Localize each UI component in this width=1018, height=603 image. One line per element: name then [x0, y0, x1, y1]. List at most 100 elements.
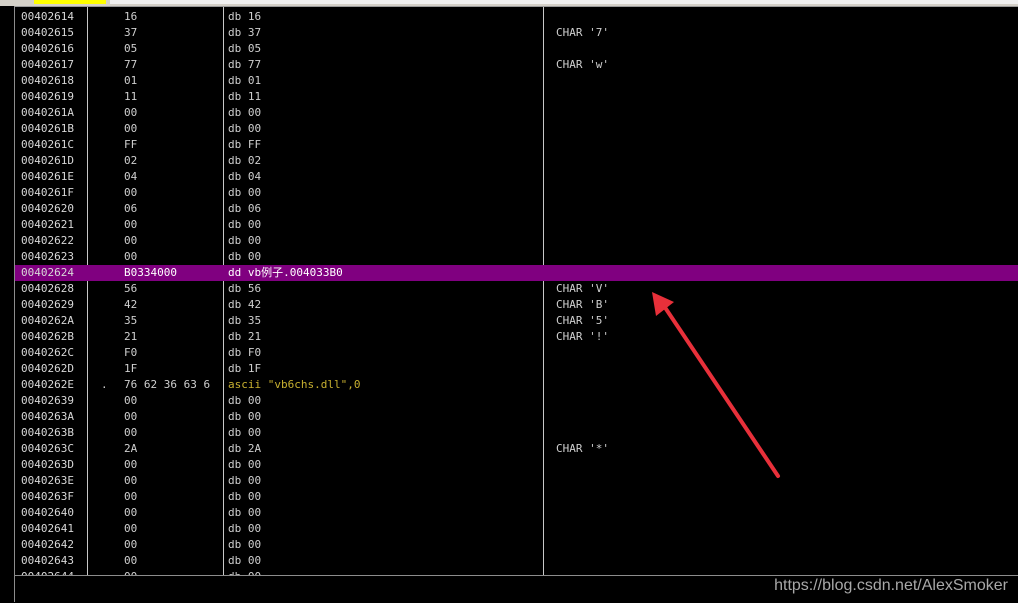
- hex-cell: 00: [124, 234, 138, 247]
- address-cell: 0040262C: [21, 346, 74, 359]
- comment-cell: CHAR 'w': [556, 58, 609, 71]
- disasm-row[interactable]: 00402620 06 db 06: [15, 201, 1018, 217]
- disasm-row[interactable]: 0040263E 00 db 00: [15, 473, 1018, 489]
- instruction-cell: db 00: [228, 554, 262, 567]
- address-cell: 00402641: [21, 522, 74, 535]
- instruction-cell: db 42: [228, 298, 262, 311]
- address-cell: 0040261E: [21, 170, 74, 183]
- hex-cell: F0: [124, 346, 138, 359]
- disasm-row[interactable]: 00402640 00 db 00: [15, 505, 1018, 521]
- disasm-row[interactable]: 0040262B 21 db 21 CHAR '!': [15, 329, 1018, 345]
- disasm-row[interactable]: 00402616 05 db 05: [15, 41, 1018, 57]
- disasm-row[interactable]: 00402623 00 db 00: [15, 249, 1018, 265]
- hex-cell: 37: [124, 26, 138, 39]
- disasm-row[interactable]: 00402614 16 db 16: [15, 9, 1018, 25]
- disasm-row[interactable]: 0040262A 35 db 35 CHAR '5': [15, 313, 1018, 329]
- disasm-row[interactable]: 00402619 11 db 11: [15, 89, 1018, 105]
- instruction-cell: db 00: [228, 522, 262, 535]
- hex-cell: 00: [124, 426, 138, 439]
- hex-cell: 1F: [124, 362, 138, 375]
- hex-cell: 42: [124, 298, 138, 311]
- address-cell: 0040262A: [21, 314, 74, 327]
- instruction-cell: dd vb例子.004033B0: [228, 266, 343, 279]
- address-cell: 0040262D: [21, 362, 74, 375]
- comment-cell: CHAR '!': [556, 330, 609, 343]
- instruction-cell: db 56: [228, 282, 262, 295]
- disasm-row[interactable]: 00402621 00 db 00: [15, 217, 1018, 233]
- hex-cell: 21: [124, 330, 138, 343]
- marker-cell: .: [101, 378, 108, 391]
- disasm-row[interactable]: 0040263C 2A db 2A CHAR '*': [15, 441, 1018, 457]
- address-cell: 00402642: [21, 538, 74, 551]
- hex-cell: 00: [124, 410, 138, 423]
- disasm-row[interactable]: 0040262D 1F db 1F: [15, 361, 1018, 377]
- hex-cell: FF: [124, 138, 138, 151]
- address-cell: 0040263A: [21, 410, 74, 423]
- hex-cell: 77: [124, 58, 138, 71]
- hex-cell: 00: [124, 506, 138, 519]
- instruction-cell: db 00: [228, 410, 262, 423]
- disasm-row[interactable]: 00402617 77 db 77 CHAR 'w': [15, 57, 1018, 73]
- disasm-row[interactable]: 00402618 01 db 01: [15, 73, 1018, 89]
- disasm-row[interactable]: 0040263A 00 db 00: [15, 409, 1018, 425]
- toolbar-bar: [110, 0, 1018, 4]
- comment-cell: CHAR '*': [556, 442, 609, 455]
- disasm-row[interactable]: 0040262E. 76 62 36 63 6 ascii "vb6chs.dll"…: [15, 377, 1018, 393]
- disasm-row[interactable]: 00402629 42 db 42 CHAR 'B': [15, 297, 1018, 313]
- disasm-row[interactable]: 0040261D 02 db 02: [15, 153, 1018, 169]
- disasm-row[interactable]: 0040261A 00 db 00: [15, 105, 1018, 121]
- disasm-row[interactable]: 0040263D 00 db 00: [15, 457, 1018, 473]
- instruction-cell: db F0: [228, 346, 262, 359]
- disasm-row[interactable]: 0040261B 00 db 00: [15, 121, 1018, 137]
- hex-cell: 2A: [124, 442, 138, 455]
- instruction-cell: db 00: [228, 426, 262, 439]
- disasm-row[interactable]: 00402639 00 db 00: [15, 393, 1018, 409]
- instruction-cell: db 05: [228, 42, 262, 55]
- hex-cell: 00: [124, 474, 138, 487]
- instruction-cell: db 00: [228, 186, 262, 199]
- address-cell: 00402629: [21, 298, 74, 311]
- disasm-row[interactable]: 0040262C F0 db F0: [15, 345, 1018, 361]
- address-cell: 00402614: [21, 10, 74, 23]
- hex-cell: 00: [124, 538, 138, 551]
- instruction-cell: db 35: [228, 314, 262, 327]
- disasm-row[interactable]: 00402642 00 db 00: [15, 537, 1018, 553]
- address-cell: 0040261C: [21, 138, 74, 151]
- address-cell: 0040261A: [21, 106, 74, 119]
- hex-cell: 06: [124, 202, 138, 215]
- disasm-row[interactable]: 00402622 00 db 00: [15, 233, 1018, 249]
- watermark-text: https://blog.csdn.net/AlexSmoker: [774, 577, 1008, 594]
- disasm-row[interactable]: 0040263B 00 db 00: [15, 425, 1018, 441]
- address-cell: 00402618: [21, 74, 74, 87]
- address-cell: 00402643: [21, 554, 74, 567]
- instruction-cell: db 16: [228, 10, 262, 23]
- hex-cell: 04: [124, 170, 138, 183]
- address-cell: 00402619: [21, 90, 74, 103]
- hex-cell: 56: [124, 282, 138, 295]
- disasm-row[interactable]: 00402628 56 db 56 CHAR 'V': [15, 281, 1018, 297]
- disassembly-pane[interactable]: 00402614 16 db 16 00402615 37 db 37 CHAR '7' 00…: [15, 6, 1018, 576]
- disasm-row[interactable]: 0040261E 04 db 04: [15, 169, 1018, 185]
- instruction-cell: db FF: [228, 138, 262, 151]
- instruction-cell: db 77: [228, 58, 262, 71]
- disasm-row[interactable]: 0040263F 00 db 00: [15, 489, 1018, 505]
- disasm-row[interactable]: 00402641 00 db 00: [15, 521, 1018, 537]
- address-cell: 00402616: [21, 42, 74, 55]
- address-cell: 00402617: [21, 58, 74, 71]
- disasm-row[interactable]: 00402643 00 db 00: [15, 553, 1018, 569]
- disasm-row[interactable]: 0040261F 00 db 00: [15, 185, 1018, 201]
- hex-cell: 00: [124, 122, 138, 135]
- address-cell: 00402615: [21, 26, 74, 39]
- instruction-cell: db 1F: [228, 362, 262, 375]
- disasm-row[interactable]: 0040261C FF db FF: [15, 137, 1018, 153]
- hex-cell: 00: [124, 106, 138, 119]
- disasm-row[interactable]: 00402615 37 db 37 CHAR '7': [15, 25, 1018, 41]
- instruction-cell: db 00: [228, 490, 262, 503]
- instruction-cell: db 00: [228, 538, 262, 551]
- hex-cell: B0334000: [124, 266, 177, 279]
- address-cell: 0040263B: [21, 426, 74, 439]
- instruction-cell: db 11: [228, 90, 262, 103]
- address-cell: 0040263C: [21, 442, 74, 455]
- address-cell: 00402639: [21, 394, 74, 407]
- selected-disasm-row[interactable]: 00402624 B0334000 dd vb例子.004033B0: [15, 265, 1018, 281]
